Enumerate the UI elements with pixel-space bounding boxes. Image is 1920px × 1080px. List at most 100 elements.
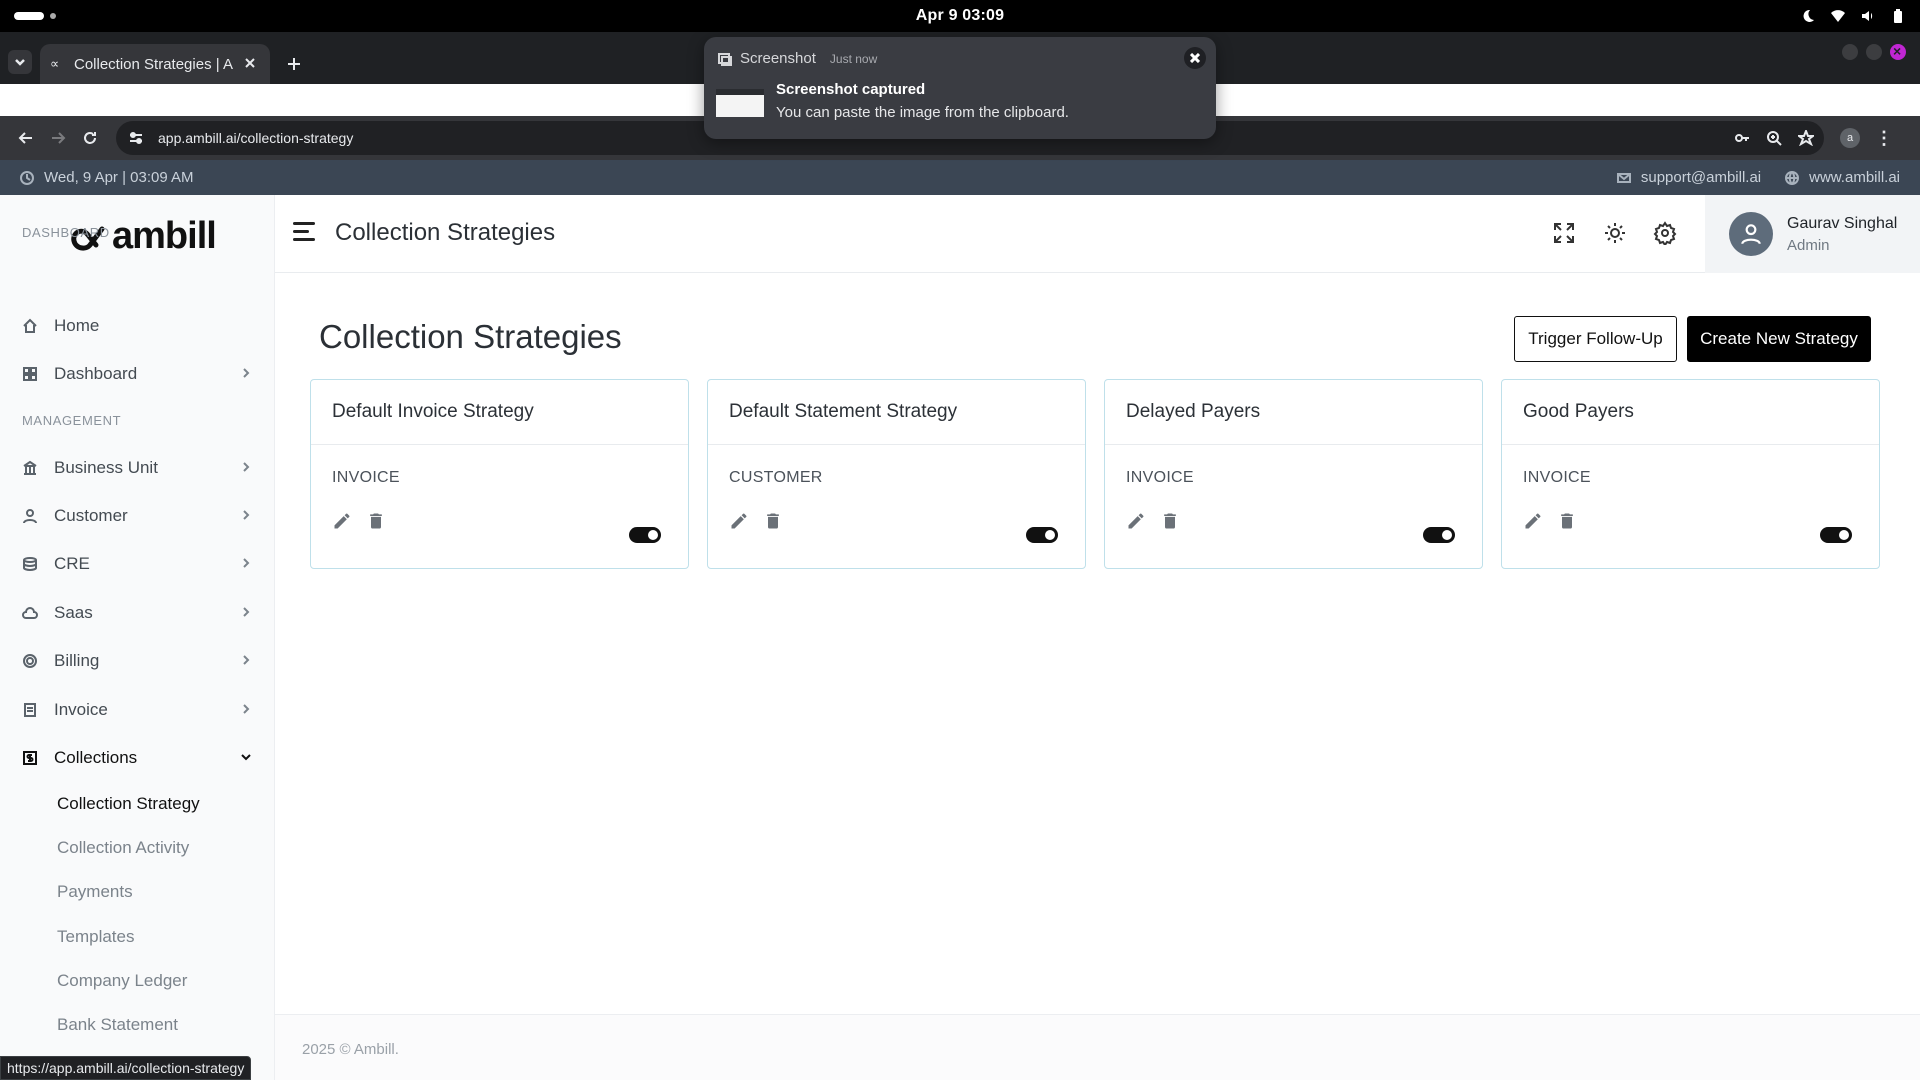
- key-icon[interactable]: [1734, 130, 1750, 146]
- strategy-type: INVOICE: [1523, 469, 1591, 486]
- settings-button[interactable]: [1653, 221, 1679, 247]
- back-button[interactable]: [10, 122, 42, 154]
- tab-search-button[interactable]: [8, 50, 32, 74]
- chevron-right-icon: [240, 700, 252, 720]
- user-info: Gaurav Singhal Admin: [1787, 215, 1897, 254]
- sidebar-item-home[interactable]: Home: [22, 311, 252, 341]
- collections-icon: [22, 750, 38, 766]
- reload-icon: [84, 132, 96, 144]
- sidebar-subitem-collection-strategy[interactable]: Collection Strategy: [57, 794, 200, 814]
- strategy-enabled-toggle[interactable]: [1423, 527, 1455, 543]
- sidebar-item-business-unit[interactable]: Business Unit: [22, 453, 252, 483]
- sidebar-subitem-bank-statement[interactable]: Bank Statement: [57, 1015, 178, 1035]
- strategy-type: CUSTOMER: [729, 469, 823, 486]
- user-name: Gaurav Singhal: [1787, 214, 1898, 232]
- tab-close-button[interactable]: [244, 56, 260, 72]
- card-actions: [1523, 511, 1577, 531]
- zoom-icon[interactable]: [1766, 130, 1782, 146]
- sidebar-item-collections[interactable]: Collections: [22, 743, 252, 773]
- sidebar-item-invoice[interactable]: Invoice: [22, 695, 252, 725]
- billing-icon: [22, 653, 38, 669]
- strategy-enabled-toggle[interactable]: [1820, 527, 1852, 543]
- browser-tab-active[interactable]: ∝ Collection Strategies | Ar: [40, 44, 270, 84]
- home-icon: [22, 318, 38, 334]
- sidebar-item-dashboard[interactable]: Dashboard: [22, 359, 252, 389]
- strategy-name: Good Payers: [1502, 380, 1879, 445]
- grid-icon: [22, 366, 38, 382]
- strategy-card[interactable]: Good Payers INVOICE: [1501, 379, 1880, 569]
- delete-icon[interactable]: [1557, 511, 1577, 531]
- sidebar-subitem-collection-activity[interactable]: Collection Activity: [57, 838, 189, 858]
- strategy-card[interactable]: Default Statement Strategy CUSTOMER: [707, 379, 1086, 569]
- logo-text: ambill: [112, 215, 217, 257]
- new-tab-button[interactable]: [282, 52, 306, 76]
- notification-close-button[interactable]: [1184, 47, 1206, 69]
- browser-menu-button[interactable]: ⋮: [1874, 128, 1894, 148]
- strategy-card[interactable]: Delayed Payers INVOICE: [1104, 379, 1483, 569]
- bookmark-star-icon[interactable]: [1798, 130, 1814, 146]
- sidebar-subitem-company-ledger[interactable]: Company Ledger: [57, 971, 187, 991]
- menu-bar: [293, 230, 309, 233]
- activities-indicator[interactable]: [14, 12, 56, 20]
- arrow-right-icon: [52, 132, 66, 144]
- create-new-strategy-button[interactable]: Create New Strategy: [1687, 316, 1871, 362]
- workspace-pill: [14, 12, 44, 20]
- screenshot-icon: [718, 52, 732, 66]
- screenshot-notification[interactable]: Screenshot Just now Screenshot captured …: [704, 37, 1216, 139]
- gear-icon: [1653, 221, 1677, 247]
- sidebar-item-billing[interactable]: Billing: [22, 646, 252, 676]
- forward-button[interactable]: [42, 122, 74, 154]
- site-info-button[interactable]: [126, 128, 146, 148]
- strategy-name: Default Statement Strategy: [708, 380, 1085, 445]
- sun-icon: [1605, 223, 1625, 243]
- window-close-button[interactable]: [1890, 43, 1906, 60]
- strategy-card[interactable]: Default Invoice Strategy INVOICE: [310, 379, 689, 569]
- close-icon: [245, 58, 255, 68]
- os-clock[interactable]: Apr 9 03:09: [916, 7, 1004, 25]
- delete-icon[interactable]: [763, 511, 783, 531]
- website-link[interactable]: www.ambill.ai: [1785, 169, 1900, 186]
- os-top-bar: Apr 9 03:09: [0, 0, 1920, 32]
- sidebar-item-label: Customer: [54, 506, 128, 525]
- address-bar-actions: [1734, 130, 1814, 146]
- strategy-enabled-toggle[interactable]: [1026, 527, 1058, 543]
- section-label-management: MANAGEMENT: [22, 413, 122, 428]
- theme-toggle-button[interactable]: [1603, 221, 1629, 247]
- battery-icon: [1894, 9, 1902, 23]
- sidebar-item-customer[interactable]: Customer: [22, 501, 252, 531]
- notification-title: Screenshot captured: [776, 81, 926, 98]
- support-email-link[interactable]: support@ambill.ai: [1616, 169, 1761, 186]
- notification-app: Screenshot Just now: [718, 50, 877, 67]
- volume-icon: [1862, 11, 1873, 21]
- fullscreen-button[interactable]: [1552, 221, 1578, 247]
- edit-icon[interactable]: [1523, 511, 1543, 531]
- maximize-button[interactable]: [1866, 44, 1882, 60]
- sidebar-item-cre[interactable]: CRE: [22, 549, 252, 579]
- edit-icon[interactable]: [332, 511, 352, 531]
- header-title: Collection Strategies: [335, 219, 556, 246]
- delete-icon[interactable]: [366, 511, 386, 531]
- user-menu[interactable]: Gaurav Singhal Admin: [1705, 195, 1920, 273]
- tab-title: Collection Strategies | Ar: [74, 55, 234, 73]
- system-tray[interactable]: [1800, 8, 1906, 24]
- profile-button[interactable]: a: [1840, 128, 1860, 148]
- sidebar-subitem-payments[interactable]: Payments: [57, 882, 133, 902]
- strategy-enabled-toggle[interactable]: [629, 527, 661, 543]
- strategy-name: Default Invoice Strategy: [311, 380, 688, 445]
- menu-toggle-button[interactable]: [293, 222, 317, 244]
- chevron-down-icon: [15, 59, 25, 66]
- edit-icon[interactable]: [729, 511, 749, 531]
- delete-icon[interactable]: [1160, 511, 1180, 531]
- sidebar-item-saas[interactable]: Saas: [22, 598, 252, 628]
- link-status-bubble: https://app.ambill.ai/collection-strateg…: [0, 1056, 252, 1080]
- trigger-follow-up-button[interactable]: Trigger Follow-Up: [1514, 316, 1677, 362]
- sidebar-item-label: Collections: [54, 748, 138, 767]
- sidebar-item-label: CRE: [54, 554, 90, 573]
- notification-time: Just now: [829, 51, 878, 66]
- minimize-button[interactable]: [1842, 44, 1858, 60]
- edit-icon[interactable]: [1126, 511, 1146, 531]
- favicon-icon: ∝: [50, 56, 60, 71]
- wifi-icon: [1831, 10, 1845, 22]
- sidebar-subitem-templates[interactable]: Templates: [57, 927, 134, 947]
- reload-button[interactable]: [74, 122, 106, 154]
